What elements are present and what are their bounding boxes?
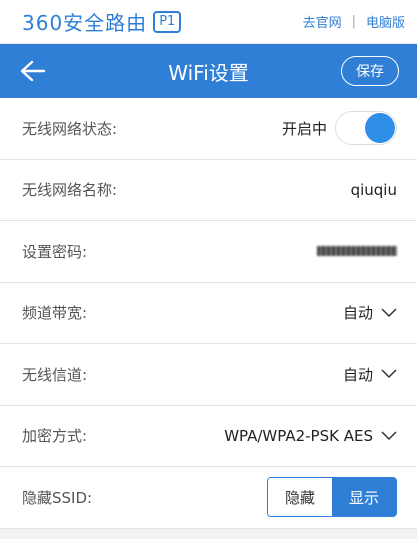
top-bar: 360安全路由 P1 去官网 | 电脑版 bbox=[0, 0, 417, 44]
hide-option-button[interactable]: 隐藏 bbox=[268, 478, 332, 517]
official-site-link[interactable]: 去官网 bbox=[303, 12, 342, 31]
row-wifi-status: 无线网络状态: 开启中 bbox=[0, 98, 417, 160]
show-option-button[interactable]: 显示 bbox=[332, 478, 396, 517]
chevron-down-icon[interactable] bbox=[381, 431, 397, 441]
hide-ssid-label: 隐藏SSID: bbox=[22, 488, 93, 507]
brand-logo: 360安全路由 P1 bbox=[22, 7, 182, 36]
password-value-redacted[interactable] bbox=[317, 246, 397, 257]
chevron-down-icon[interactable] bbox=[381, 369, 397, 379]
bandwidth-value: 自动 bbox=[342, 304, 373, 323]
chevron-down-icon[interactable] bbox=[381, 308, 397, 318]
toggle-knob bbox=[365, 113, 395, 144]
brand-name: 360安全路由 bbox=[22, 11, 148, 35]
top-links: 去官网 | 电脑版 bbox=[303, 12, 405, 31]
encryption-label: 加密方式: bbox=[22, 427, 88, 446]
wifi-status-label: 无线网络状态: bbox=[22, 119, 118, 138]
link-separator: | bbox=[351, 14, 356, 29]
row-hide-ssid: 隐藏SSID: 隐藏 显示 bbox=[0, 467, 417, 529]
password-label: 设置密码: bbox=[22, 242, 88, 261]
row-channel[interactable]: 无线信道: 自动 bbox=[0, 344, 417, 406]
page-header: WiFi设置 保存 bbox=[0, 44, 417, 98]
ssid-name-value[interactable]: qiuqiu bbox=[351, 181, 397, 199]
bandwidth-label: 频道带宽: bbox=[22, 304, 88, 323]
row-ssid-name[interactable]: 无线网络名称: qiuqiu bbox=[0, 160, 417, 221]
model-badge: P1 bbox=[153, 10, 182, 33]
wifi-status-value: 开启中 bbox=[281, 119, 327, 138]
settings-list: 无线网络状态: 开启中 无线网络名称: qiuqiu 设置密码: 频道带宽: 自… bbox=[0, 98, 417, 529]
row-encryption[interactable]: 加密方式: WPA/WPA2-PSK AES bbox=[0, 406, 417, 467]
wifi-toggle[interactable] bbox=[335, 111, 397, 146]
encryption-value: WPA/WPA2-PSK AES bbox=[224, 426, 373, 445]
desktop-version-link[interactable]: 电脑版 bbox=[366, 12, 405, 31]
hide-ssid-segmented-control: 隐藏 显示 bbox=[267, 477, 397, 518]
ssid-name-label: 无线网络名称: bbox=[22, 181, 118, 200]
row-bandwidth[interactable]: 频道带宽: 自动 bbox=[0, 283, 417, 344]
channel-value: 自动 bbox=[342, 365, 373, 384]
save-button[interactable]: 保存 bbox=[341, 56, 399, 86]
arrow-left-icon[interactable] bbox=[20, 57, 48, 85]
row-password[interactable]: 设置密码: bbox=[0, 221, 417, 283]
channel-label: 无线信道: bbox=[22, 365, 88, 384]
